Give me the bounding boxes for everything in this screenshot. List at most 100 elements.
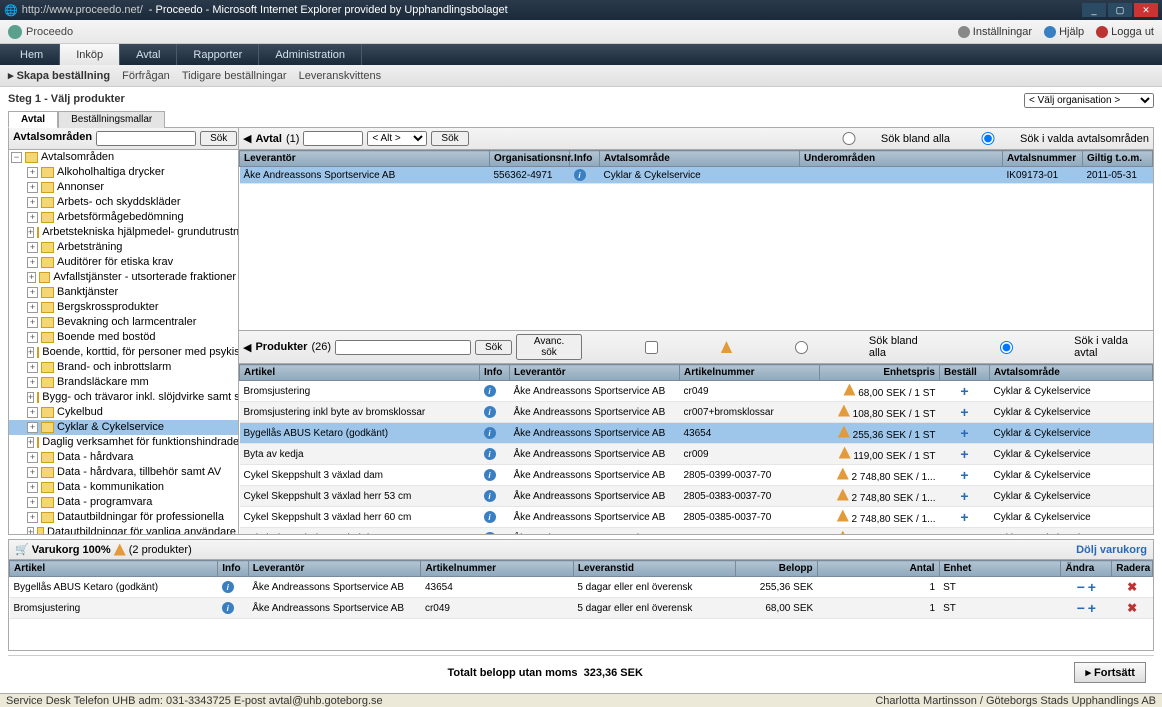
expand-icon[interactable]: + [27,182,38,193]
expand-icon[interactable]: + [27,317,38,328]
add-to-cart-icon[interactable]: + [960,383,968,399]
tree-item[interactable]: +Banktjänster [9,285,238,300]
add-to-cart-icon[interactable]: + [960,509,968,525]
add-to-cart-icon[interactable]: + [960,425,968,441]
info-icon[interactable]: i [484,427,496,439]
tree-item[interactable]: +Auditörer för etiska krav [9,255,238,270]
hide-cart-link[interactable]: Dölj varukorg [1076,544,1147,556]
expand-icon[interactable]: + [27,227,34,238]
window-minimize[interactable]: _ [1082,3,1106,17]
expand-icon[interactable]: + [27,422,38,433]
avtal-alt-select[interactable]: < Alt > [367,131,427,146]
info-icon[interactable]: i [484,532,496,534]
column-header[interactable]: Leverantör [240,151,490,167]
column-header[interactable]: Organisationsnr. [490,151,570,167]
table-row[interactable]: Bygellås ABUS Ketaro (godkänt)iÅke Andre… [240,423,1153,444]
prod-radio-selected[interactable]: Sök i valda avtal [941,335,1149,359]
expand-icon[interactable]: + [27,362,38,373]
increase-icon[interactable]: + [1088,579,1096,595]
column-header[interactable]: Artikel [10,561,218,577]
table-row[interactable]: Byta av kedjaiÅke Andreassons Sportservi… [240,444,1153,465]
expand-icon[interactable]: + [27,167,38,178]
table-row[interactable]: BromsjusteringiÅke Andreassons Sportserv… [240,381,1153,402]
expand-icon[interactable]: + [27,407,38,418]
link-help[interactable]: Hjälp [1044,26,1084,38]
tree-item[interactable]: +Bergskrossprodukter [9,300,238,315]
table-row[interactable]: BromsjusteringiÅke Andreassons Sportserv… [10,598,1153,619]
tree-item[interactable]: +Avfallstjänster - utsorterade fraktione… [9,270,238,285]
tree-item[interactable]: +Data - programvara [9,495,238,510]
expand-icon[interactable]: + [27,392,34,403]
produkter-search-button[interactable]: Sök [475,340,512,355]
info-icon[interactable]: i [484,406,496,418]
add-to-cart-icon[interactable]: + [960,488,968,504]
expand-icon[interactable]: + [27,287,38,298]
tree-body[interactable]: −Avtalsområden+Alkoholhaltiga drycker+An… [9,150,238,534]
info-icon[interactable]: i [574,169,586,181]
nav-inkop[interactable]: Inköp [60,44,120,65]
org-select[interactable]: < Välj organisation > [1024,93,1154,108]
column-header[interactable]: Underområden [800,151,1003,167]
expand-icon[interactable]: + [27,482,38,493]
tree-item[interactable]: +Data - hårdvara, tillbehör samt AV [9,465,238,480]
subnav-tidigare[interactable]: Tidigare beställningar [182,70,287,82]
window-maximize[interactable]: ▢ [1108,3,1132,17]
table-row[interactable]: Cykel Skeppshult 7 växlad damiÅke Andrea… [240,528,1153,535]
tree-item[interactable]: +Cykelbud [9,405,238,420]
column-header[interactable]: Avtalsnummer [1003,151,1083,167]
column-header[interactable]: Leverantör [248,561,421,577]
column-header[interactable]: Giltig t.o.m. [1083,151,1153,167]
expand-icon[interactable]: + [27,272,36,283]
tree-item[interactable]: +Arbetsträning [9,240,238,255]
expand-icon[interactable]: + [27,242,38,253]
increase-icon[interactable]: + [1088,600,1096,616]
table-row[interactable]: Cykel Skeppshult 3 växlad herr 53 cmiÅke… [240,486,1153,507]
tree-item[interactable]: +Bevakning och larmcentraler [9,315,238,330]
tree-item[interactable]: +Arbets- och skyddskläder [9,195,238,210]
tree-item[interactable]: +Alkoholhaltiga drycker [9,165,238,180]
column-header[interactable]: Info [480,365,510,381]
column-header[interactable]: Leveranstid [573,561,736,577]
nav-hem[interactable]: Hem [4,44,60,65]
tree-item[interactable]: +Brandsläckare mm [9,375,238,390]
column-header[interactable]: Ändra [1061,561,1112,577]
avtal-radio-selected[interactable]: Sök i valda avtalsområden [958,132,1149,145]
tab-mallar[interactable]: Beställningsmallar [58,111,165,128]
expand-icon[interactable]: + [27,197,38,208]
column-header[interactable]: Antal [817,561,939,577]
info-icon[interactable]: i [484,490,496,502]
add-to-cart-icon[interactable]: + [960,446,968,462]
column-header[interactable]: Enhetspris [820,365,940,381]
produkter-checkbox[interactable] [586,341,717,354]
tree-item[interactable]: +Daglig verksamhet för funktionshindrade [9,435,238,450]
expand-icon[interactable]: + [27,527,34,534]
expand-icon[interactable]: + [27,257,38,268]
avtal-search-input[interactable] [303,131,363,146]
expand-icon[interactable]: + [27,512,38,523]
tree-item[interactable]: +Bygg- och trävaror inkl. slöjdvirke sam… [9,390,238,405]
expand-icon[interactable]: + [27,332,38,343]
nav-avtal[interactable]: Avtal [120,44,177,65]
nav-rapporter[interactable]: Rapporter [177,44,259,65]
tree-item[interactable]: +Arbetstekniska hjälpmedel- grundutrustn… [9,225,238,240]
tree-item[interactable]: +Boende med bostöd [9,330,238,345]
tree-search-button[interactable]: Sök [200,131,237,146]
produkter-advanced-button[interactable]: Avanc. sök [516,334,582,360]
tree-item[interactable]: +Arbetsförmågebedömning [9,210,238,225]
link-settings[interactable]: Inställningar [958,26,1032,38]
tree-item[interactable]: +Data - hårdvara [9,450,238,465]
expand-icon[interactable]: + [27,302,38,313]
column-header[interactable]: Enhet [939,561,1061,577]
link-logout[interactable]: Logga ut [1096,26,1154,38]
window-close[interactable]: ✕ [1134,3,1158,17]
collapse-icon[interactable]: ◀ [243,341,251,354]
tree-item[interactable]: +Annonser [9,180,238,195]
info-icon[interactable]: i [484,469,496,481]
add-to-cart-icon[interactable]: + [960,530,968,534]
expand-icon[interactable]: + [27,437,34,448]
avtal-radio-all[interactable]: Sök bland alla [819,132,950,145]
delete-icon[interactable]: ✖ [1127,580,1137,594]
column-header[interactable]: Leverantör [510,365,680,381]
delete-icon[interactable]: ✖ [1127,601,1137,615]
continue-button[interactable]: ▸ Fortsätt [1074,662,1146,683]
